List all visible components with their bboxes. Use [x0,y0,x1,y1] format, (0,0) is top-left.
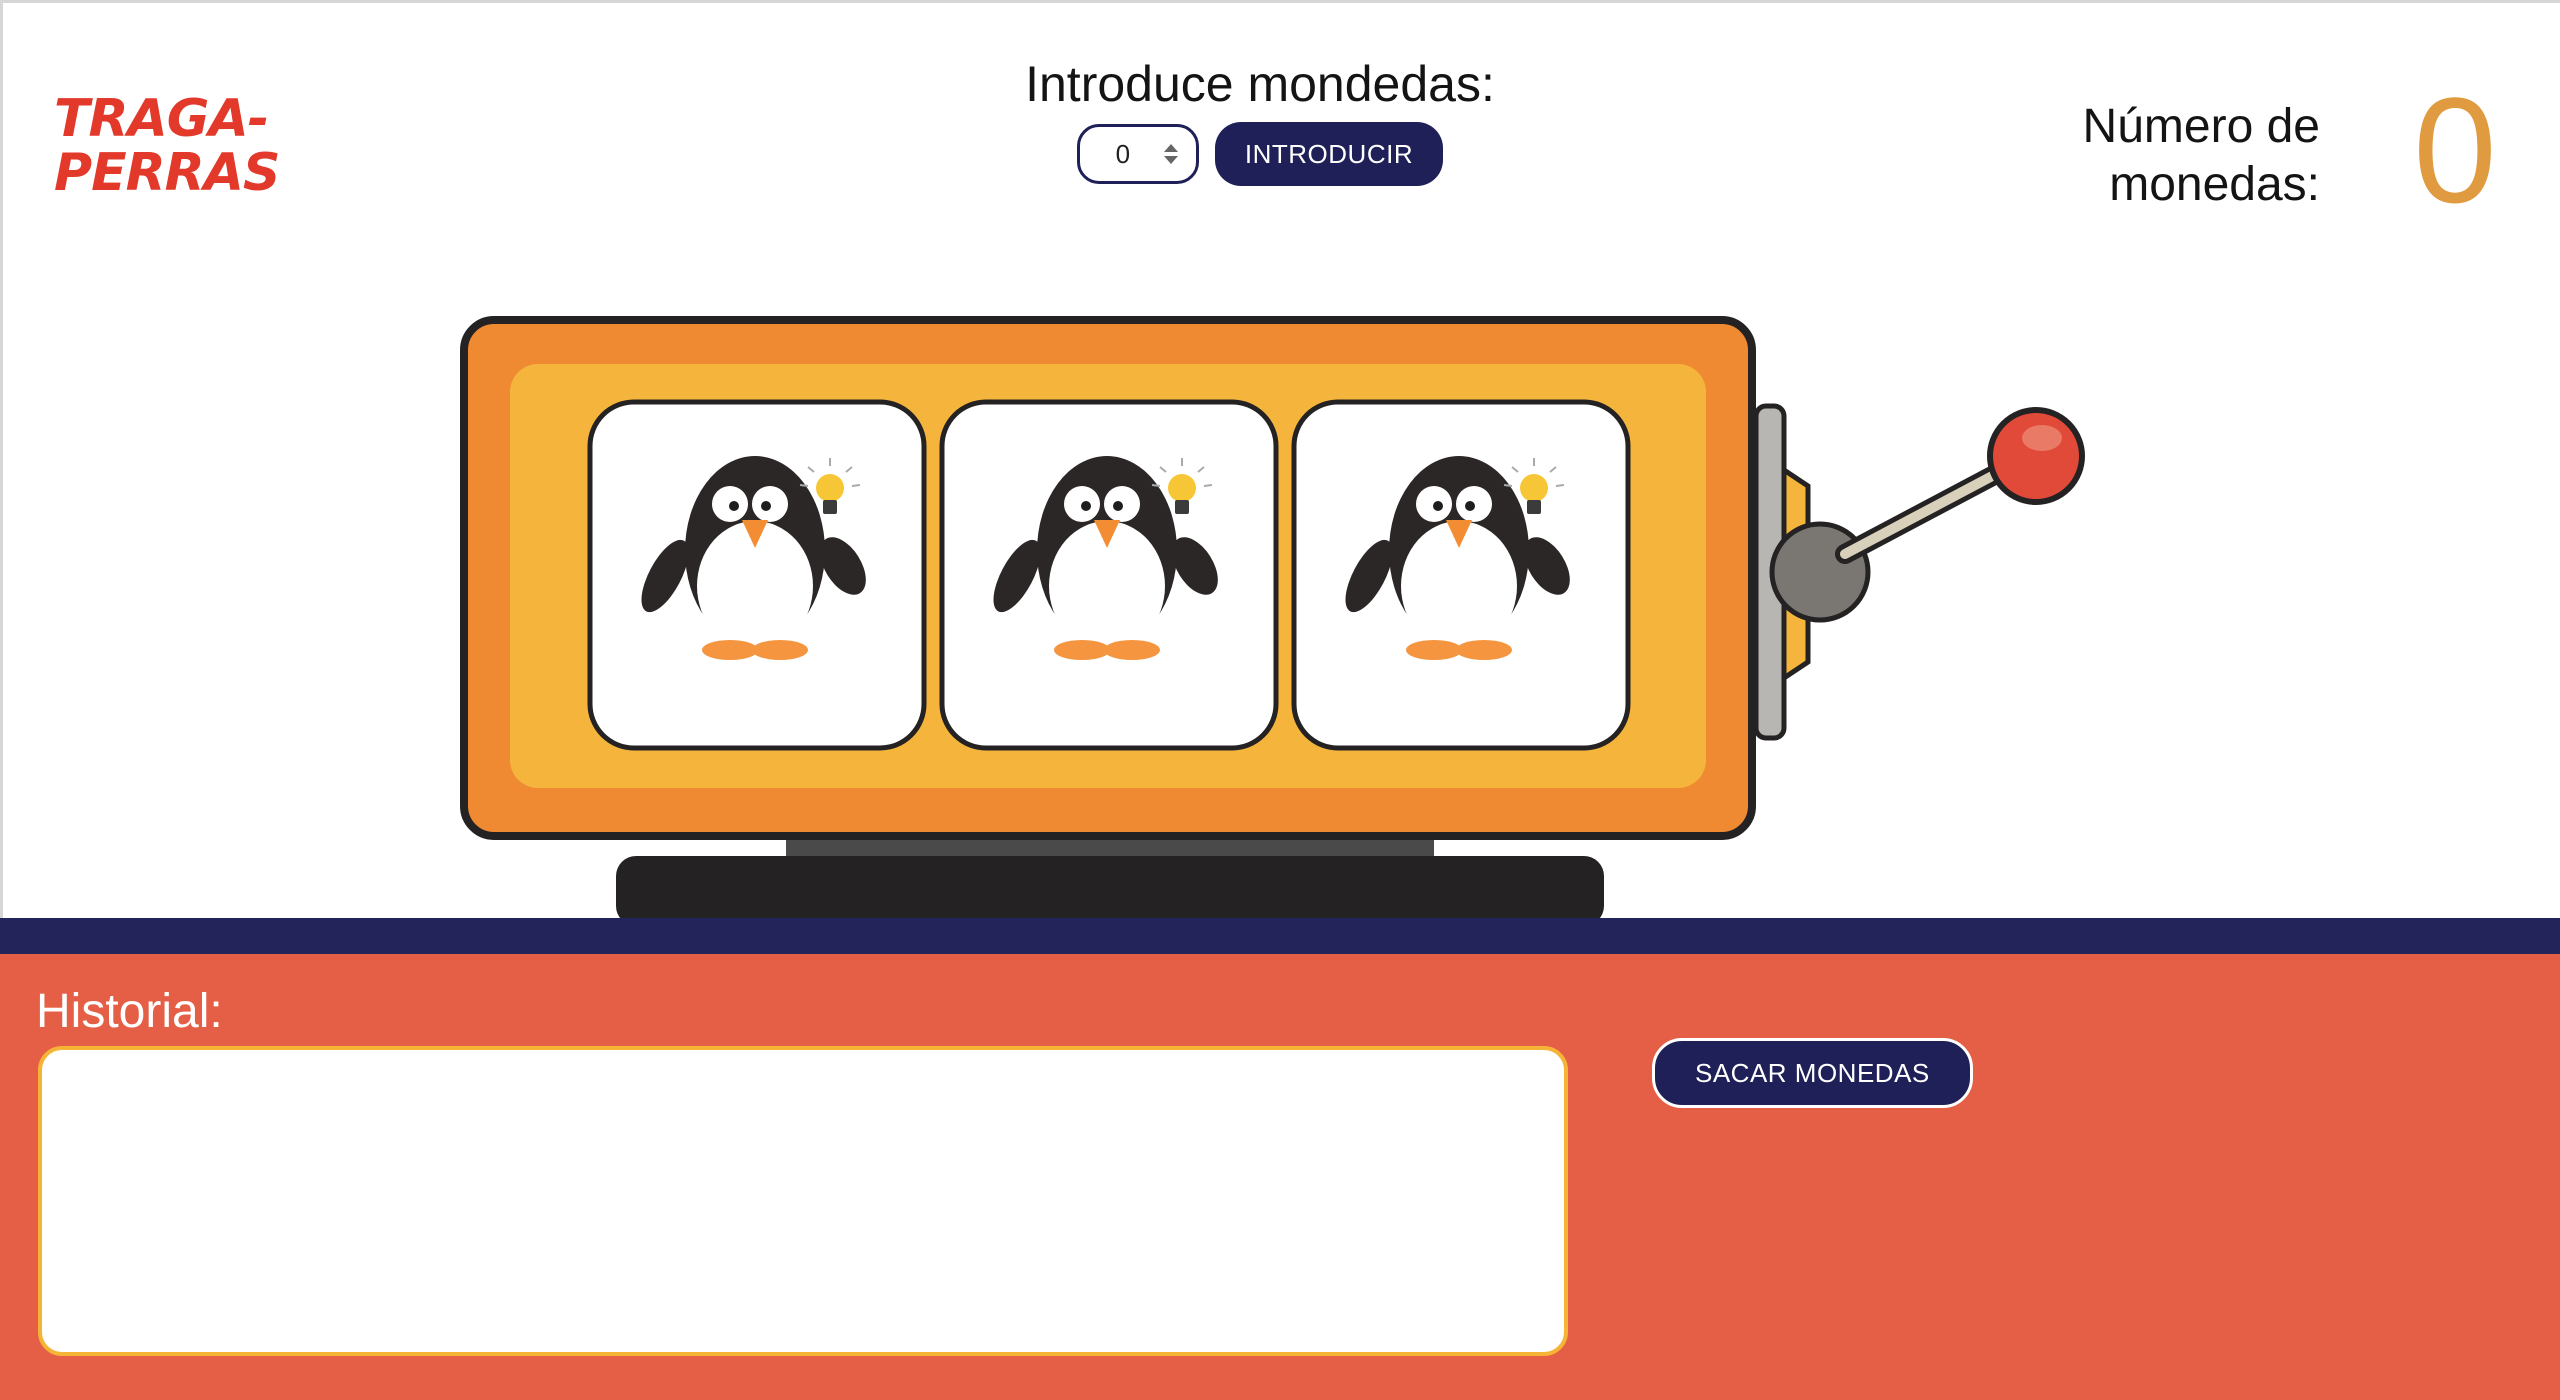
reel-3 [1291,399,1631,751]
reel-2 [939,399,1279,751]
withdraw-coins-button[interactable]: SACAR MONEDAS [1652,1038,1973,1108]
logo-line-1: TRAGA- [54,89,269,149]
machine-lever[interactable] [1753,403,2085,741]
history-section: Historial: SACAR MONEDAS [0,918,2560,1400]
machine-base [616,856,1604,920]
insert-coins-button[interactable]: INTRODUCIR [1214,122,1444,186]
reel-1 [587,399,927,751]
number-spinner[interactable] [1158,134,1184,174]
window-left-border [0,0,3,920]
coin-count-value: 0 [2413,66,2497,234]
spinner-up-icon[interactable] [1163,144,1178,152]
logo-line-2: PERRAS [54,143,280,203]
spinner-down-icon[interactable] [1163,156,1178,164]
insert-coins-row: 0 INTRODUCIR [960,122,1560,186]
coin-quantity-input[interactable]: 0 [1076,124,1199,184]
history-label: Historial: [36,985,223,1038]
section-divider-band [0,918,2560,954]
coin-count-label-line-1: Número de [2082,100,2320,153]
window-top-border [0,0,2560,3]
coin-quantity-value: 0 [1115,138,1131,169]
history-textarea[interactable] [38,1046,1568,1356]
coin-count-label-line-2: monedas: [2109,158,2320,211]
insert-coins-panel: Introduce mondedas: 0 INTRODUCIR [960,52,1560,186]
coin-count-label: Número de monedas: [1980,98,2320,214]
slot-machine [460,316,2085,920]
app-logo: TRAGA- PERRAS [54,89,280,203]
insert-coins-title: Introduce mondedas: [1025,56,1495,112]
